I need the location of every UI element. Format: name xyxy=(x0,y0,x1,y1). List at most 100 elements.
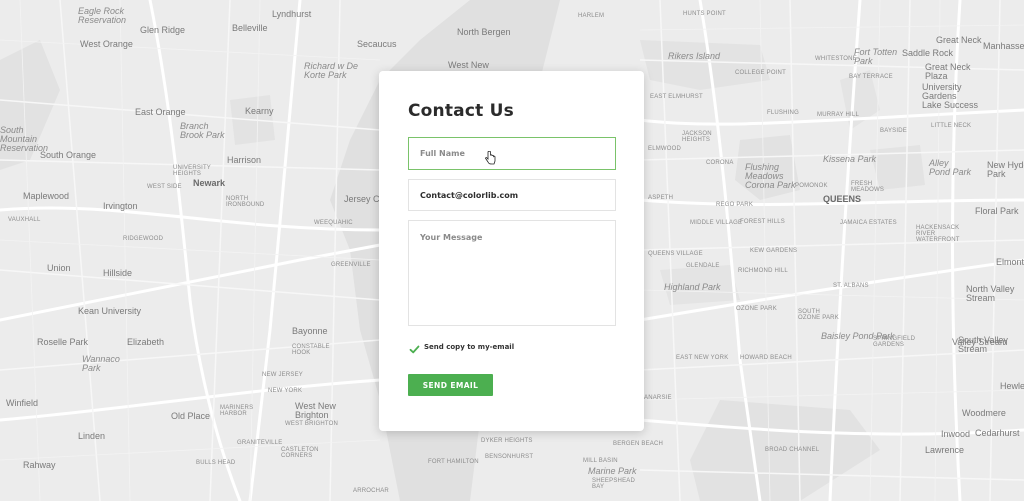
map-place-label: HUNTS POINT xyxy=(683,11,726,17)
map-place-label: Manhasset xyxy=(983,41,1024,51)
contact-title: Contact Us xyxy=(408,101,514,121)
map-place-label: FRESH MEADOWS xyxy=(851,181,885,193)
map-place-label: Floral Park xyxy=(975,206,1019,216)
map-place-label: ARROCHAR xyxy=(353,488,389,494)
map-place-label: NEW YORK xyxy=(268,388,303,394)
map-place-label: Elmont xyxy=(996,257,1024,267)
map-place-label: Jersey C xyxy=(344,194,380,204)
map-place-label: BERGEN BEACH xyxy=(613,441,664,447)
map-place-label: West New Brighton xyxy=(295,401,336,420)
map-place-label: SHEEPSHEAD BAY xyxy=(592,478,636,490)
map-place-label: Union xyxy=(47,263,71,273)
map-place-label: Flushing Meadows Corona Park xyxy=(745,162,796,190)
map-place-label: WHITESTONE xyxy=(815,56,857,62)
map-place-label: Springfield Gardens xyxy=(873,336,916,348)
map-place-label: OZONE PARK xyxy=(736,306,777,312)
map-place-label: Linden xyxy=(78,431,106,441)
map-place-label: Kearny xyxy=(245,106,274,116)
map-place-label: South Valley Stream xyxy=(958,335,1008,354)
map-place-label: BROAD CHANNEL xyxy=(765,447,820,453)
map-place-label: RICHMOND HILL xyxy=(738,268,788,274)
map-place-label: Saddle Rock xyxy=(902,48,954,58)
map-place-label: WEST BRIGHTON xyxy=(285,421,339,427)
map-place-label: Kissena Park xyxy=(823,154,877,164)
map-place-label: Alley Pond Park xyxy=(929,158,972,177)
send-copy-label[interactable]: Send copy to my-email xyxy=(424,343,514,351)
map-place-label: Highland Park xyxy=(664,282,721,292)
map-place-label: ELMWOOD xyxy=(648,146,682,152)
map-place-label: Kean University xyxy=(78,306,142,316)
map-place-label: Great Neck Plaza xyxy=(925,62,971,81)
map-place-label: Hewlett xyxy=(1000,381,1024,391)
map-place-label: Glen Ridge xyxy=(140,25,186,35)
map-place-label: FLUSHING xyxy=(767,110,799,116)
map-place-label: NORTH IRONBOUND xyxy=(226,196,265,208)
map-place-label: Woodmere xyxy=(962,408,1006,418)
map-place-label: BAYSIDE xyxy=(880,128,907,134)
map-place-label: Old Place xyxy=(171,411,211,421)
map-place-label: VAUXHALL xyxy=(8,217,41,223)
map-place-label: MARINERS HARBOR xyxy=(220,405,254,417)
map-place-label: Lake Success xyxy=(922,100,979,110)
map-place-label: NEW JERSEY xyxy=(262,372,304,378)
map-place-label: QUEENS xyxy=(823,194,862,204)
message-textarea[interactable] xyxy=(408,220,616,326)
map-place-label: Elizabeth xyxy=(127,337,165,347)
send-copy-checkbox[interactable] xyxy=(408,343,420,355)
map-place-label: FORT HAMILTON xyxy=(428,459,479,465)
map-place-label: South Orange xyxy=(40,150,97,160)
map-place-label: Belleville xyxy=(232,23,268,33)
map-place-label: POMONOK xyxy=(795,183,828,189)
map-place-label: HACKENSACK RIVER WATERFRONT xyxy=(916,225,960,243)
map-place-label: East Orange xyxy=(135,107,186,117)
contact-card: Contact Us Send copy to my-email SEND EM… xyxy=(379,71,644,431)
map-place-label: North Valley Stream xyxy=(966,284,1015,303)
map-place-label: MURRAY HILL xyxy=(817,112,859,118)
map-place-label: Irvington xyxy=(103,201,138,211)
map-place-label: JAMAICA ESTATES xyxy=(840,220,897,226)
map-place-label: Rahway xyxy=(23,460,56,470)
map-place-label: SOUTH OZONE PARK xyxy=(798,309,839,321)
map-place-label: BAY TERRACE xyxy=(849,74,893,80)
map-place-label: New HydePark xyxy=(987,160,1024,179)
map-place-label: ASPETH xyxy=(648,195,674,201)
map-place-label: Lawrence xyxy=(925,445,965,455)
map-place-label: DYKER HEIGHTS xyxy=(481,438,533,444)
map-place-label: Inwood xyxy=(941,429,971,439)
map-place-label: EAST NEW YORK xyxy=(676,355,729,361)
map-place-label: KEW GARDENS xyxy=(750,248,798,254)
map-place-label: Branch Brook Park xyxy=(180,121,225,140)
map-place-label: Wannaco Park xyxy=(82,354,120,373)
map-place-label: South Mountain Reservation xyxy=(0,125,49,153)
map-place-label: GRANITEVILLE xyxy=(237,440,283,446)
map-place-label: HOWARD BEACH xyxy=(740,355,792,361)
map-place-label: FOREST HILLS xyxy=(740,219,785,225)
map-place-label: HARLEM xyxy=(578,13,605,19)
email-input[interactable] xyxy=(408,179,616,211)
map-place-label: REGO PARK xyxy=(716,202,754,208)
map-place-label: EAST ELMHURST xyxy=(650,94,703,100)
map-place-label: CONSTABLE HOOK xyxy=(292,344,330,356)
map-place-label: WEEQUAHIC xyxy=(314,220,353,226)
map-place-label: Richard w De Korte Park xyxy=(304,61,359,80)
map-place-label: Eagle Rock Reservation xyxy=(78,6,127,25)
map-place-label: ST. ALBANS xyxy=(833,283,869,289)
map-place-label: University Gardens xyxy=(922,82,962,101)
map-place-label: BENSONHURST xyxy=(485,454,534,460)
map-place-label: ANARSIE xyxy=(644,395,672,401)
map-place-label: Rikers Island xyxy=(668,51,721,61)
map-place-label: JACKSON HEIGHTS xyxy=(682,131,712,143)
map-place-label: GLENDALE xyxy=(686,263,720,269)
map-place-label: LITTLE NECK xyxy=(931,123,972,129)
map-place-label: Bayonne xyxy=(292,326,328,336)
map-place-label: Maplewood xyxy=(23,191,70,201)
map-place-label: BULLS HEAD xyxy=(196,460,236,466)
full-name-input[interactable] xyxy=(408,137,616,170)
send-email-button[interactable]: SEND EMAIL xyxy=(408,374,493,396)
map-place-label: West New xyxy=(448,60,489,70)
map-place-label: Hillside xyxy=(103,268,133,278)
map-place-label: Fort Totten Park xyxy=(854,47,898,66)
map-place-label: Secaucus xyxy=(357,39,397,49)
map-place-label: MIDDLE VILLAGE xyxy=(690,220,743,226)
map-place-label: Roselle Park xyxy=(37,337,89,347)
